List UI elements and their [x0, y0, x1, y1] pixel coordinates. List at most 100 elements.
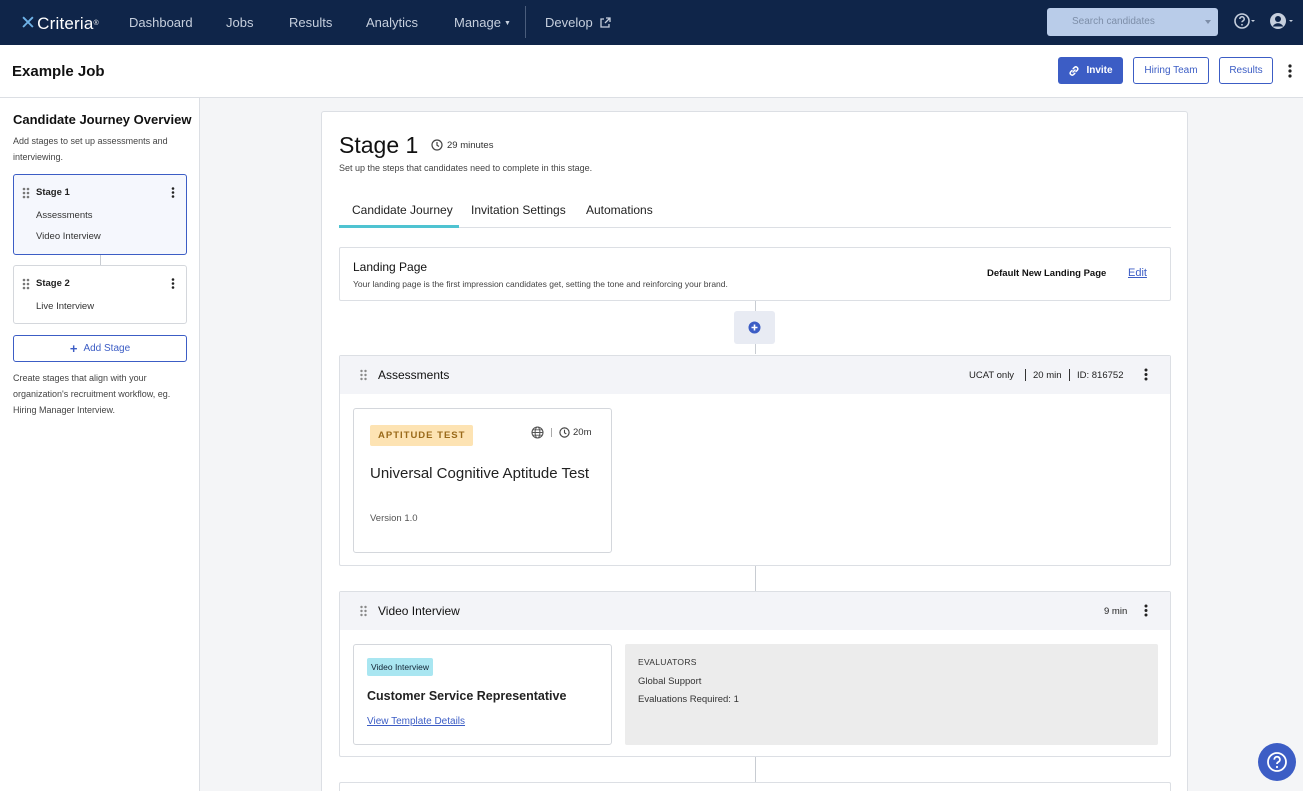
clock-icon	[431, 139, 443, 151]
plus-icon: +	[69, 341, 78, 356]
evaluators-label: EVALUATORS	[638, 657, 697, 667]
stage-duration: 29 minutes	[431, 139, 493, 151]
stage-step-assessments[interactable]: Assessments	[36, 210, 93, 221]
external-link-icon	[600, 17, 611, 28]
active-tab-indicator	[339, 225, 459, 228]
video-interview-title: Video Interview	[378, 604, 460, 618]
section-menu-icon[interactable]	[1144, 368, 1148, 381]
next-section	[339, 782, 1171, 791]
assessment-time: 20 min	[1033, 370, 1062, 381]
video-interview-badge: Video Interview	[367, 658, 433, 676]
video-interview-card[interactable]: Video Interview Customer Service Represe…	[353, 644, 612, 745]
nav-dashboard[interactable]: Dashboard	[129, 15, 193, 30]
help-menu[interactable]	[1234, 12, 1256, 35]
flow-connector	[755, 757, 756, 782]
page-title: Example Job	[12, 63, 105, 80]
invite-label: Invite	[1086, 65, 1113, 76]
nav-manage[interactable]: Manage ▼	[454, 15, 511, 30]
add-stage-button[interactable]: + Add Stage	[13, 335, 187, 362]
assessment-mode: UCAT only	[969, 370, 1015, 381]
video-interview-section: Video Interview 9 min Video Interview Cu…	[339, 591, 1171, 757]
sidebar-stage-2[interactable]: Stage 2 Live Interview	[13, 265, 187, 324]
nav-results[interactable]: Results	[289, 15, 332, 30]
info-divider	[551, 428, 552, 437]
flow-connector	[755, 566, 756, 591]
stage-tabs: Candidate Journey Invitation Settings Au…	[339, 201, 1171, 228]
stage-step-live-interview[interactable]: Live Interview	[36, 301, 94, 312]
view-template-details-link[interactable]: View Template Details	[367, 716, 465, 727]
test-type-badge: APTITUDE TEST	[370, 425, 474, 446]
stage-menu-icon[interactable]	[171, 278, 175, 289]
stage-title: Stage 1	[339, 132, 419, 158]
nav-develop-label: Develop	[545, 15, 593, 30]
job-header: Example Job Invite Hiring Team Results	[0, 45, 1303, 98]
search-placeholder: Search candidates	[1072, 16, 1155, 27]
results-button[interactable]: Results	[1219, 57, 1273, 84]
assessment-card[interactable]: APTITUDE TEST 20m Universal Cognitive Ap…	[353, 408, 612, 553]
search-candidates-input[interactable]: Search candidates	[1047, 8, 1218, 36]
search-caret-icon	[1205, 20, 1211, 24]
sidebar-stage-1[interactable]: Stage 1 Assessments Video Interview	[13, 174, 187, 255]
drag-handle-icon[interactable]	[22, 278, 30, 290]
stage-name: Stage 2	[36, 278, 70, 289]
stage-duration-text: 29 minutes	[447, 139, 494, 151]
evaluator-group: Global Support	[638, 676, 702, 687]
stage-description: Set up the steps that candidates need to…	[339, 163, 593, 173]
landing-page-card: Landing Page Your landing page is the fi…	[339, 247, 1171, 301]
user-avatar-icon	[1270, 13, 1293, 29]
nav-manage-label: Manage	[454, 15, 501, 30]
logo-x-icon: ✕	[20, 13, 37, 34]
more-options-icon[interactable]	[1288, 64, 1292, 78]
test-name: Universal Cognitive Aptitude Test	[370, 465, 590, 482]
link-icon	[1069, 65, 1079, 76]
nav-develop[interactable]: Develop	[545, 15, 611, 30]
help-button[interactable]	[1258, 743, 1296, 781]
criteria-logo[interactable]: ✕ Criteria ®	[20, 12, 99, 35]
stage-menu-icon[interactable]	[171, 187, 175, 198]
drag-handle-icon[interactable]	[360, 605, 367, 617]
evaluators-box: EVALUATORS Global Support Evaluations Re…	[625, 644, 1158, 745]
meta-divider	[1069, 369, 1070, 381]
question-icon	[1267, 752, 1287, 772]
stage-connector	[100, 255, 101, 265]
top-nav: ✕ Criteria ® Dashboard Jobs Results Analy…	[0, 0, 1303, 45]
drag-handle-icon[interactable]	[22, 187, 30, 199]
plus-circle-icon	[748, 321, 761, 334]
test-info: 20m	[531, 426, 591, 439]
video-interview-time: 9 min	[1104, 606, 1128, 617]
invite-button[interactable]: Invite	[1058, 57, 1123, 84]
globe-icon	[531, 426, 544, 439]
assessments-header: Assessments UCAT only 20 min ID: 816752	[340, 356, 1170, 394]
add-stage-label: Add Stage	[83, 343, 131, 354]
video-interview-header: Video Interview 9 min	[340, 592, 1170, 630]
section-menu-icon[interactable]	[1144, 604, 1148, 617]
assessment-id: ID: 816752	[1077, 370, 1124, 381]
clock-icon	[559, 427, 570, 438]
assessments-title: Assessments	[378, 368, 450, 382]
landing-title: Landing Page	[353, 260, 428, 274]
tab-candidate-journey[interactable]: Candidate Journey	[352, 203, 453, 217]
meta-divider	[1025, 369, 1026, 381]
tab-automations[interactable]: Automations	[586, 203, 653, 217]
video-template-name: Customer Service Representative	[367, 689, 567, 703]
nav-jobs[interactable]: Jobs	[226, 15, 253, 30]
sidebar-title: Candidate Journey Overview	[13, 112, 192, 127]
assessments-section: Assessments UCAT only 20 min ID: 816752 …	[339, 355, 1171, 566]
drag-handle-icon[interactable]	[360, 369, 367, 381]
edit-landing-link[interactable]: Edit	[1128, 267, 1147, 279]
sidebar-description: Add stages to set up assessments and int…	[13, 136, 168, 162]
stage-step-video-interview[interactable]: Video Interview	[36, 231, 101, 242]
user-menu[interactable]	[1269, 11, 1295, 36]
nav-analytics[interactable]: Analytics	[366, 15, 418, 30]
add-step-button[interactable]	[734, 311, 775, 344]
tab-invitation-settings[interactable]: Invitation Settings	[471, 203, 566, 217]
landing-description: Your landing page is the first impressio…	[353, 279, 728, 289]
logo-text: Criteria	[37, 13, 94, 33]
sidebar-footer: Create stages that align with your organ…	[13, 373, 171, 415]
chevron-down-icon: ▼	[503, 20, 511, 27]
evaluations-required: Evaluations Required: 1	[638, 694, 739, 705]
test-version: Version 1.0	[370, 513, 418, 524]
help-circle-icon	[1234, 13, 1255, 29]
hiring-team-button[interactable]: Hiring Team	[1133, 57, 1209, 84]
stage-panel: Stage 1 29 minutes Set up the steps that…	[321, 111, 1188, 791]
